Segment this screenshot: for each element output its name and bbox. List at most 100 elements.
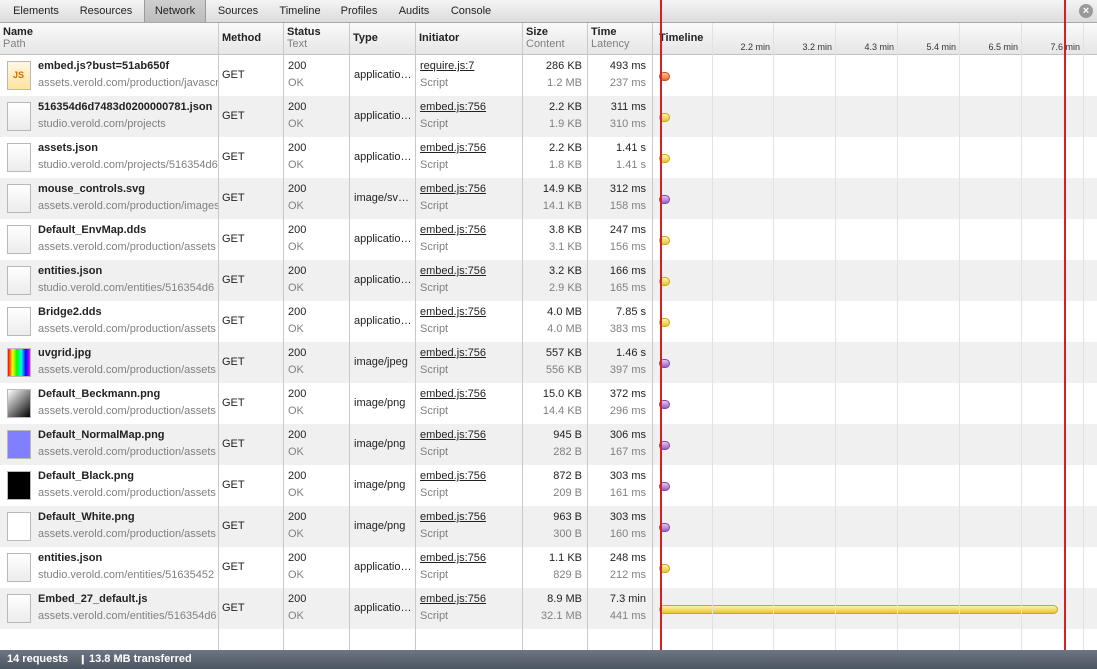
column-header-type[interactable]: Type (350, 23, 414, 55)
transfer-size: 8.9 MB (547, 593, 582, 605)
column-divider[interactable] (415, 23, 416, 650)
column-divider[interactable] (522, 23, 523, 650)
request-row[interactable]: Default_NormalMap.png assets.verold.com/p… (0, 424, 1097, 465)
request-latency: 237 ms (609, 77, 646, 89)
request-name[interactable]: Default_NormalMap.png (38, 429, 165, 441)
initiator-link[interactable]: embed.js:756 (420, 511, 486, 523)
initiator-link[interactable]: embed.js:756 (420, 306, 486, 318)
column-header-method[interactable]: Method (219, 23, 283, 55)
column-divider[interactable] (349, 23, 350, 650)
request-row[interactable]: assets.json studio.verold.com/projects/51… (0, 137, 1097, 178)
name-cell[interactable]: assets.json studio.verold.com/projects/51… (0, 137, 218, 178)
request-row[interactable]: Embed_27_default.js assets.verold.com/ent… (0, 588, 1097, 629)
name-cell[interactable]: uvgrid.jpg assets.verold.com/production/a… (0, 342, 218, 383)
size-cell: 15.0 KB 14.4 KB (524, 383, 582, 424)
request-type: image/sv… (354, 192, 410, 204)
name-cell[interactable]: Default_Beckmann.png assets.verold.com/pr… (0, 383, 218, 424)
status-cell: 200 OK (288, 137, 346, 178)
tab-sources[interactable]: Sources (208, 0, 268, 22)
request-row[interactable]: embed.js?bust=51ab650f assets.verold.com/… (0, 55, 1097, 96)
name-cell[interactable]: mouse_controls.svg assets.verold.com/prod… (0, 178, 218, 219)
name-cell[interactable]: 516354d6d7483d0200000781.json studio.vero… (0, 96, 218, 137)
request-name[interactable]: Embed_27_default.js (38, 593, 147, 605)
tab-elements[interactable]: Elements (3, 0, 69, 22)
initiator-link[interactable]: embed.js:756 (420, 183, 486, 195)
initiator-link[interactable]: embed.js:756 (420, 593, 486, 605)
request-name[interactable]: Bridge2.dds (38, 306, 102, 318)
initiator-link[interactable]: embed.js:756 (420, 429, 486, 441)
request-name[interactable]: mouse_controls.svg (38, 183, 145, 195)
tab-timeline[interactable]: Timeline (270, 0, 330, 22)
normalmap-thumbnail (7, 430, 31, 459)
time-cell: 303 ms 160 ms (589, 506, 646, 547)
request-row[interactable]: entities.json studio.verold.com/entities/… (0, 260, 1097, 301)
initiator-link[interactable]: embed.js:756 (420, 388, 486, 400)
request-row[interactable]: Default_Black.png assets.verold.com/produ… (0, 465, 1097, 506)
name-cell[interactable]: entities.json studio.verold.com/entities/… (0, 547, 218, 588)
request-name[interactable]: embed.js?bust=51ab650f (38, 60, 169, 72)
initiator-link[interactable]: embed.js:756 (420, 224, 486, 236)
initiator-link[interactable]: embed.js:756 (420, 347, 486, 359)
request-name[interactable]: uvgrid.jpg (38, 347, 91, 359)
initiator-link[interactable]: embed.js:756 (420, 101, 486, 113)
timeline-bar[interactable] (659, 605, 1058, 614)
method-cell: GET (222, 424, 280, 465)
type-cell: image/png (354, 506, 412, 547)
request-row[interactable]: Default_White.png assets.verold.com/produ… (0, 506, 1097, 547)
request-row[interactable]: Default_EnvMap.dds assets.verold.com/prod… (0, 219, 1097, 260)
request-name[interactable]: Default_EnvMap.dds (38, 224, 146, 236)
column-header-timeline[interactable]: Timeline (656, 23, 716, 55)
column-divider[interactable] (587, 23, 588, 650)
initiator-link[interactable]: require.js:7 (420, 60, 474, 72)
request-row[interactable]: entities.json studio.verold.com/entities/… (0, 547, 1097, 588)
request-row[interactable]: Bridge2.dds assets.verold.com/production/… (0, 301, 1097, 342)
name-cell[interactable]: Default_EnvMap.dds assets.verold.com/prod… (0, 219, 218, 260)
request-name[interactable]: assets.json (38, 142, 98, 154)
tab-resources[interactable]: Resources (69, 0, 143, 22)
name-cell[interactable]: embed.js?bust=51ab650f assets.verold.com/… (0, 55, 218, 96)
request-name[interactable]: Default_Beckmann.png (38, 388, 160, 400)
request-name[interactable]: Default_White.png (38, 511, 135, 523)
initiator-link[interactable]: embed.js:756 (420, 552, 486, 564)
name-cell[interactable]: Default_White.png assets.verold.com/produ… (0, 506, 218, 547)
initiator-link[interactable]: embed.js:756 (420, 142, 486, 154)
column-divider[interactable] (652, 23, 653, 650)
status-code: 200 (288, 60, 307, 72)
initiator-cell: embed.js:756 Script (420, 465, 520, 506)
column-header-name[interactable]: Name Path (0, 23, 218, 55)
column-initiator-title: Initiator (419, 32, 460, 44)
column-header-initiator[interactable]: Initiator (416, 23, 520, 55)
tab-console[interactable]: Console (442, 0, 500, 22)
request-type: image/png (354, 397, 406, 409)
name-cell[interactable]: Default_NormalMap.png assets.verold.com/p… (0, 424, 218, 465)
column-divider[interactable] (218, 23, 219, 650)
close-icon[interactable]: × (1079, 4, 1093, 18)
initiator-cell: embed.js:756 Script (420, 137, 520, 178)
tab-network[interactable]: Network (144, 0, 206, 22)
request-name[interactable]: entities.json (38, 552, 102, 564)
request-name[interactable]: Default_Black.png (38, 470, 134, 482)
request-row[interactable]: Default_Beckmann.png assets.verold.com/pr… (0, 383, 1097, 424)
request-row[interactable]: 516354d6d7483d0200000781.json studio.vero… (0, 96, 1097, 137)
status-code: 200 (288, 552, 307, 564)
tab-audits[interactable]: Audits (388, 0, 440, 22)
request-path: assets.verold.com/production/assets (38, 487, 216, 499)
name-cell[interactable]: entities.json studio.verold.com/entities/… (0, 260, 218, 301)
request-row[interactable]: uvgrid.jpg assets.verold.com/production/a… (0, 342, 1097, 383)
column-header-time[interactable]: Time Latency (588, 23, 650, 55)
tab-profiles[interactable]: Profiles (332, 0, 386, 22)
type-cell: image/sv… (354, 178, 412, 219)
request-name[interactable]: 516354d6d7483d0200000781.json (38, 101, 212, 113)
file-icon (7, 225, 31, 254)
name-cell[interactable]: Embed_27_default.js assets.verold.com/ent… (0, 588, 218, 629)
column-header-size[interactable]: Size Content (523, 23, 585, 55)
column-divider[interactable] (283, 23, 284, 650)
type-cell: applicatio… (354, 260, 412, 301)
column-header-status[interactable]: Status Text (284, 23, 348, 55)
request-row[interactable]: mouse_controls.svg assets.verold.com/prod… (0, 178, 1097, 219)
name-cell[interactable]: Bridge2.dds assets.verold.com/production/… (0, 301, 218, 342)
initiator-link[interactable]: embed.js:756 (420, 265, 486, 277)
request-name[interactable]: entities.json (38, 265, 102, 277)
initiator-link[interactable]: embed.js:756 (420, 470, 486, 482)
name-cell[interactable]: Default_Black.png assets.verold.com/produ… (0, 465, 218, 506)
